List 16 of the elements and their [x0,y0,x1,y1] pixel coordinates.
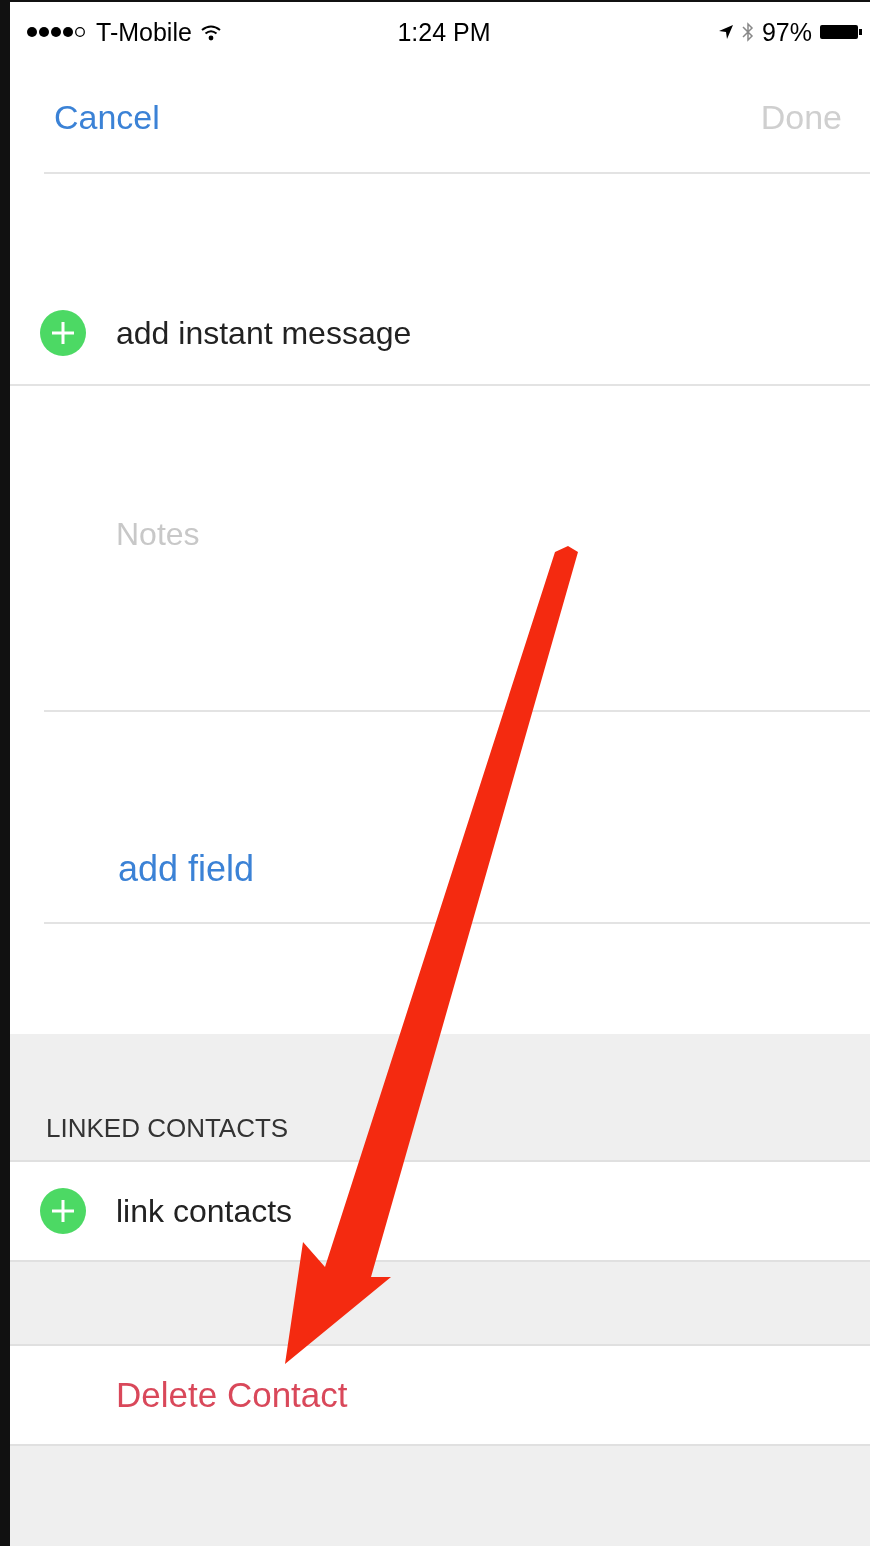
wifi-icon [199,23,222,41]
location-icon [717,24,734,40]
cancel-button[interactable]: Cancel [48,93,166,141]
link-contacts-label[interactable]: link contacts [116,1192,293,1230]
add-field-link[interactable]: add field [118,848,255,890]
bluetooth-icon [741,22,754,42]
battery-icon [820,24,862,40]
add-instant-message-label[interactable]: add instant message [116,314,412,352]
section-header: LINKED CONTACTS [46,1113,289,1144]
add-icon[interactable] [40,1188,86,1234]
add-icon[interactable] [40,310,86,356]
signal-icon [26,26,88,38]
carrier-name: T-Mobile [96,17,192,47]
battery-percent: 97% [761,17,812,47]
delete-contact-button[interactable]: Delete Contact [110,1371,354,1419]
status-time: 1:24 PM [397,17,491,47]
